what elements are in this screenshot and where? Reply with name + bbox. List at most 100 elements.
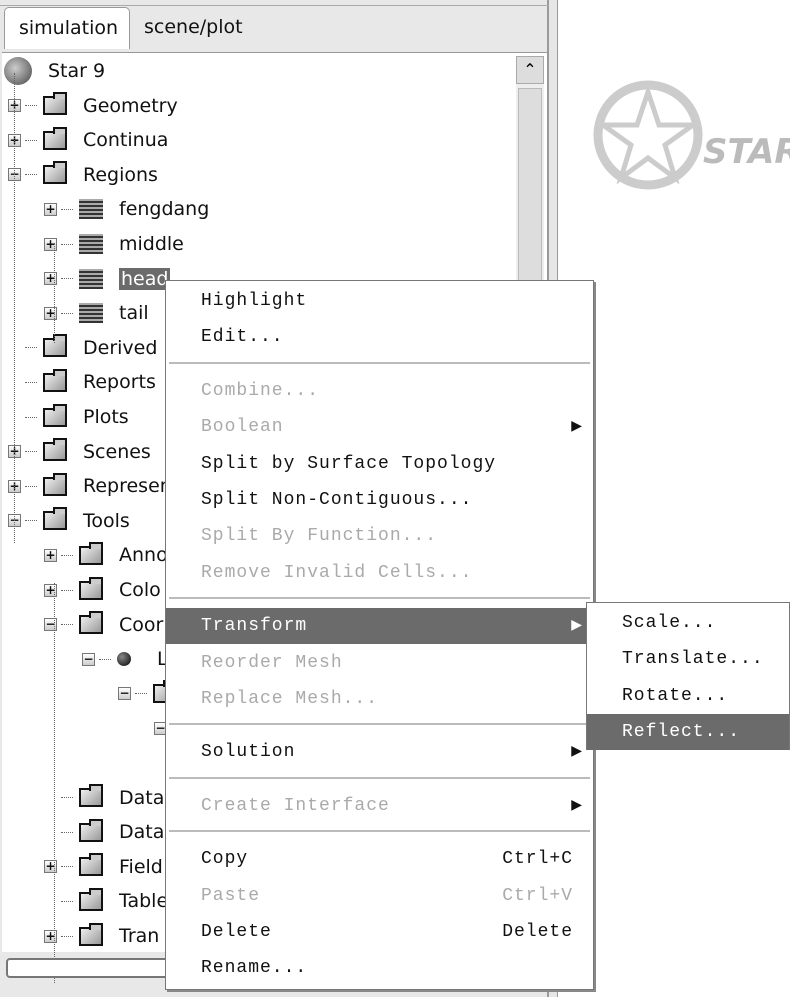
tree-item[interactable]: + tail xyxy=(44,298,149,328)
tree-item[interactable]: + middle xyxy=(44,229,184,259)
tree-item[interactable]: + head xyxy=(44,264,171,294)
menu-item-edit[interactable]: Edit... xyxy=(166,319,593,355)
tree-connector xyxy=(61,900,73,902)
expand-icon[interactable]: + xyxy=(44,237,57,251)
tree-item-label: Colo xyxy=(119,579,161,601)
tree-root[interactable]: Star 9 xyxy=(4,56,105,86)
menu-item-split-by-function[interactable]: Split By Function... xyxy=(166,518,593,554)
menu-item-label: Boolean xyxy=(201,417,284,438)
tree-item-label: Continua xyxy=(83,129,169,152)
menu-item-combine[interactable]: Combine... xyxy=(166,373,593,409)
tree-item[interactable]: Table xyxy=(44,886,168,916)
tree-item[interactable]: − L xyxy=(82,644,168,674)
tree-item[interactable]: − Tools xyxy=(8,506,130,536)
menu-item-label: Reorder Mesh xyxy=(201,652,343,673)
tree-item[interactable]: + Represen xyxy=(8,471,172,501)
tree-item[interactable]: Reports xyxy=(8,367,156,397)
menu-item-boolean[interactable]: Boolean ▶ xyxy=(166,409,593,445)
menu-item-create-interface[interactable]: Create Interface ▶ xyxy=(166,788,593,824)
region-icon xyxy=(79,268,103,289)
expand-icon[interactable]: + xyxy=(44,548,57,562)
folder-icon xyxy=(43,368,67,392)
tree-item[interactable]: − Regions xyxy=(8,160,158,190)
menu-item-delete[interactable]: Delete Delete xyxy=(166,914,593,950)
tree-item-label: Plots xyxy=(83,406,129,428)
tree-item[interactable]: + Colo xyxy=(44,575,161,605)
tree-connector xyxy=(135,693,147,695)
region-icon xyxy=(79,234,103,254)
tree-connector xyxy=(61,831,73,833)
menu-item-label: Paste xyxy=(201,885,261,906)
tree-item[interactable]: + Anno xyxy=(44,540,168,570)
folder-icon xyxy=(43,438,67,462)
menu-item-label: Create Interface xyxy=(201,795,390,816)
horizontal-scrollbar[interactable] xyxy=(6,958,186,978)
sphere-icon xyxy=(117,652,131,667)
region-icon xyxy=(79,199,103,220)
collapse-icon[interactable]: − xyxy=(118,687,131,701)
tree-root-label: Star 9 xyxy=(48,60,106,82)
menu-item-label: Scale... xyxy=(622,613,717,633)
menu-item-copy[interactable]: Copy Ctrl+C xyxy=(166,841,593,877)
menu-item-remove-invalid-cells[interactable]: Remove Invalid Cells... xyxy=(166,555,593,591)
tree-item[interactable]: − Coor xyxy=(44,610,163,640)
tree-item[interactable]: + Field xyxy=(44,852,163,882)
tree-item[interactable]: Derived P xyxy=(8,333,175,363)
scroll-up-button[interactable]: ⌃ xyxy=(516,56,544,84)
menu-item-label: Rename... xyxy=(201,958,308,979)
expand-icon[interactable]: + xyxy=(44,202,57,216)
tree-item[interactable]: Data xyxy=(44,783,164,813)
folder-icon xyxy=(79,576,103,600)
menu-item-paste[interactable]: Paste Ctrl+V xyxy=(166,878,593,914)
expand-icon[interactable]: + xyxy=(44,272,57,286)
menu-separator xyxy=(169,776,590,779)
folder-icon xyxy=(43,334,67,358)
menu-item-rotate[interactable]: Rotate... xyxy=(587,678,789,714)
expand-icon[interactable]: + xyxy=(44,583,57,597)
menu-item-replace-mesh[interactable]: Replace Mesh... xyxy=(166,681,593,717)
menu-item-label: Translate... xyxy=(622,649,764,670)
tree-item-label: Tools xyxy=(83,509,130,532)
submenu-arrow-icon: ▶ xyxy=(571,797,583,814)
menu-item-reflect[interactable]: Reflect... xyxy=(587,714,789,751)
expand-icon[interactable]: + xyxy=(44,306,57,320)
menu-item-label: Replace Mesh... xyxy=(201,689,379,709)
expand-icon[interactable]: + xyxy=(44,929,57,943)
expand-icon[interactable]: + xyxy=(44,860,57,874)
tab-simulation[interactable]: simulation xyxy=(4,7,130,49)
tree-item[interactable]: + Geometry xyxy=(8,91,178,121)
tree-item[interactable]: + Tran xyxy=(44,921,159,951)
menu-item-highlight[interactable]: Highlight xyxy=(166,283,593,319)
tree-item[interactable]: Plots xyxy=(8,402,129,432)
collapse-icon[interactable]: − xyxy=(82,652,95,666)
submenu-arrow-icon: ▶ xyxy=(571,618,583,635)
tree-item[interactable]: + Scenes xyxy=(8,437,151,467)
tree-item[interactable]: + fengdang xyxy=(44,194,209,224)
tree-connector xyxy=(61,866,73,868)
tree-connector xyxy=(61,797,73,799)
tree-connector xyxy=(61,208,73,210)
menu-separator xyxy=(169,723,590,726)
tree-item-label: Coor xyxy=(119,613,164,636)
menu-item-reorder-mesh[interactable]: Reorder Mesh xyxy=(166,645,593,681)
menu-item-scale[interactable]: Scale... xyxy=(587,605,789,641)
tree-connector xyxy=(61,243,73,245)
panel-top-strip xyxy=(0,0,549,6)
tree-item-label: fengdang xyxy=(119,198,210,221)
tab-scene-plot[interactable]: scene/plot xyxy=(130,7,257,49)
menu-item-label: Solution xyxy=(201,742,296,763)
tree-item[interactable]: + Continua xyxy=(8,125,168,155)
menu-item-rename[interactable]: Rename... xyxy=(166,950,593,986)
menu-item-translate[interactable]: Translate... xyxy=(587,641,789,677)
tree-item-label: Field xyxy=(119,855,163,878)
menu-item-split-non-contiguous[interactable]: Split Non-Contiguous... xyxy=(166,482,593,518)
tree-connector xyxy=(25,174,37,176)
menu-item-split-by-surface-topology[interactable]: Split by Surface Topology xyxy=(166,446,593,482)
folder-icon xyxy=(79,541,103,565)
tree-item-label: tail xyxy=(119,302,149,325)
folder-icon xyxy=(43,126,67,150)
tree-item[interactable]: Data xyxy=(44,817,164,847)
collapse-icon[interactable]: − xyxy=(44,618,57,632)
menu-item-solution[interactable]: Solution ▶ xyxy=(166,734,593,770)
menu-item-transform[interactable]: Transform ▶ xyxy=(166,608,593,645)
